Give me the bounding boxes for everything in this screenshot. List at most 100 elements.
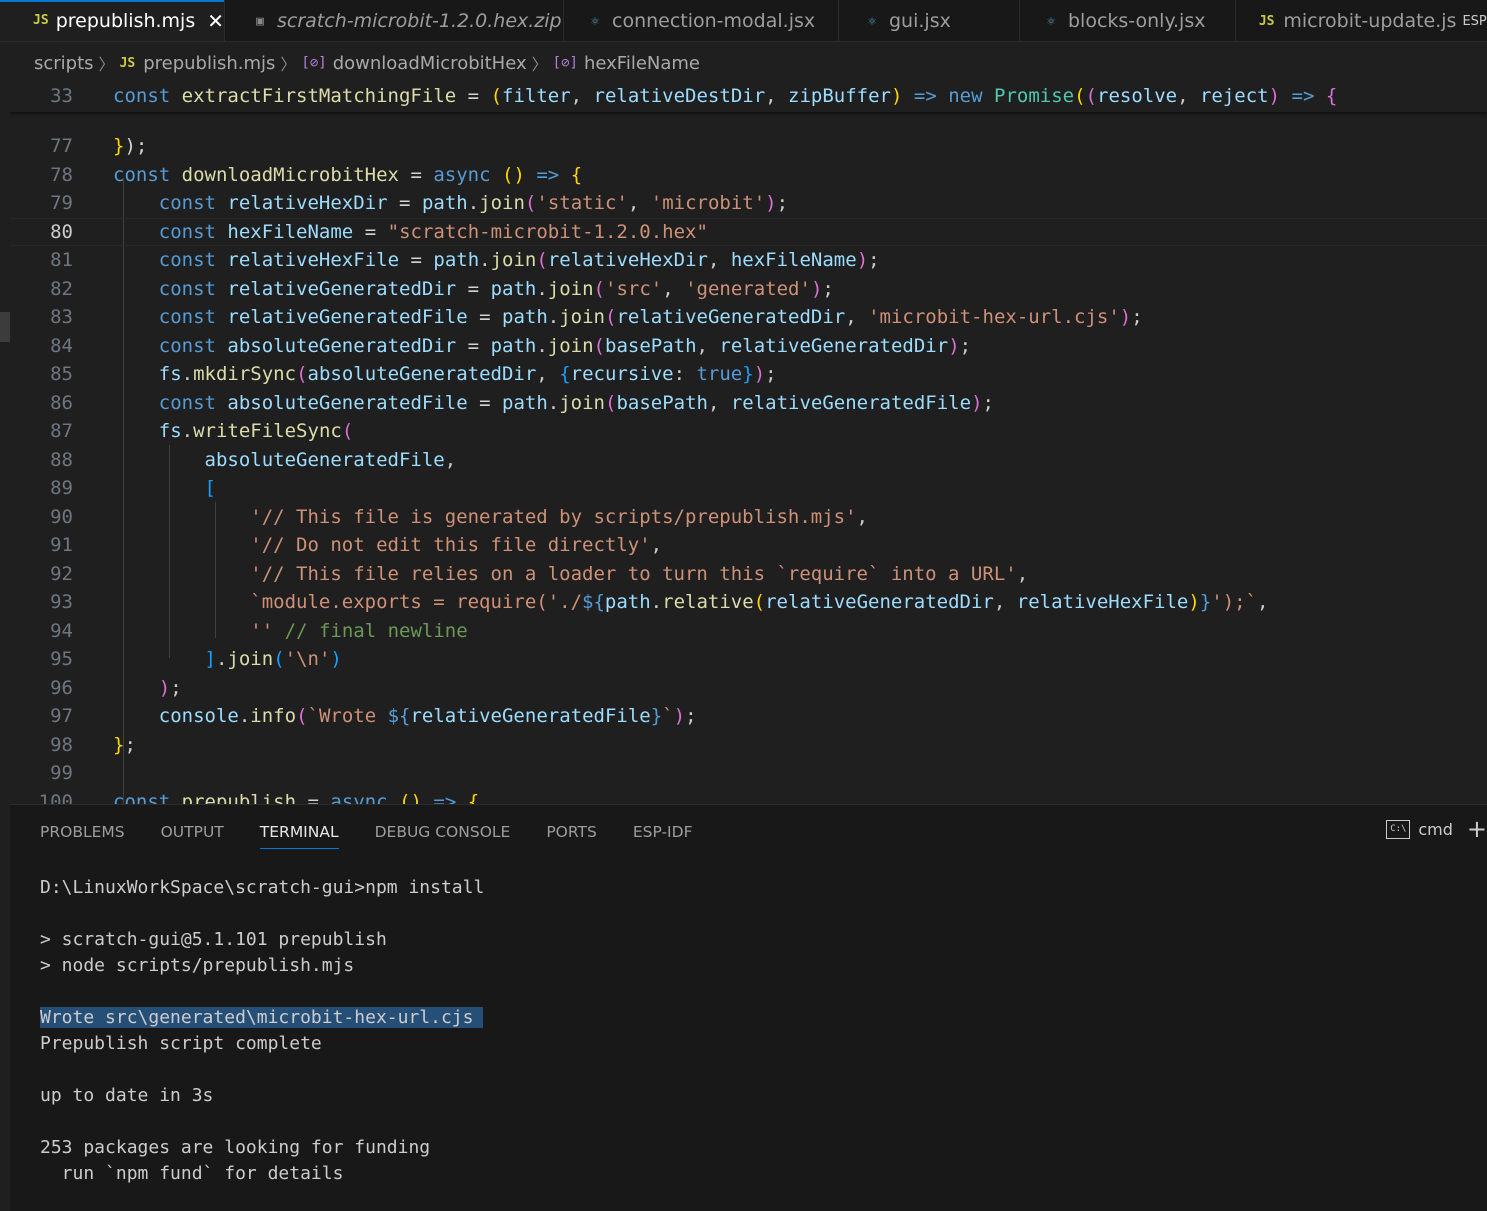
line-number: 86	[50, 391, 73, 414]
react-file-icon: ⚛	[591, 13, 599, 29]
code-line: 81 const relativeHexFile = path.join(rel…	[10, 246, 1487, 275]
tab-ports[interactable]: PORTS	[546, 819, 597, 849]
code-line: 83 const relativeGeneratedFile = path.jo…	[10, 303, 1487, 332]
terminal-line: > scratch-gui@5.1.101 prepublish	[40, 929, 387, 950]
code-line: 100 const prepublish = async () => {	[10, 788, 1487, 804]
code-line: 77 });	[10, 132, 1487, 161]
breadcrumb-file[interactable]: prepublish.mjs	[143, 53, 275, 74]
line-number: 98	[50, 733, 73, 756]
code-text: const absoluteGeneratedFile = path.join(…	[158, 391, 994, 414]
gutter-mark	[0, 312, 10, 342]
line-number: 79	[50, 192, 73, 215]
code-text: const hexFileName = "scratch-microbit-1.…	[158, 220, 708, 243]
code-text: const absoluteGeneratedDir = path.join(b…	[158, 334, 972, 357]
code-line: 82 const relativeGeneratedDir = path.joi…	[10, 275, 1487, 304]
line-number: 83	[50, 306, 73, 329]
tab-connection-modal[interactable]: ⚛ connection-modal.jsx	[564, 0, 839, 41]
line-number: 85	[50, 363, 73, 386]
code-line: 94 '' // final newline	[10, 617, 1487, 646]
tab-label: microbit-update.js	[1283, 10, 1457, 32]
code-text: ].join('\n')	[204, 648, 342, 671]
code-line: 84 const absoluteGeneratedDir = path.joi…	[10, 332, 1487, 361]
terminal-cmd-icon: C:\	[1386, 819, 1411, 839]
code-text: console.info(`Wrote ${relativeGeneratedF…	[158, 705, 697, 728]
code-line: 98 };	[10, 731, 1487, 760]
tab-esp-idf[interactable]: ESP-IDF	[633, 819, 693, 849]
code-line: 91 '// Do not edit this file directly',	[10, 531, 1487, 560]
js-file-icon: JS	[33, 13, 49, 28]
code-line: 90 '// This file is generated by scripts…	[10, 503, 1487, 532]
selected-text: Wrote src\generated\microbit-hex-url.cjs	[40, 1007, 484, 1028]
terminal-output[interactable]: D:\LinuxWorkSpace\scratch-gui>npm instal…	[40, 875, 484, 1187]
code-editor[interactable]: 77 }); 78 const downloadMicrobitHex = as…	[10, 80, 1487, 804]
breadcrumb-scripts[interactable]: scripts	[34, 53, 94, 74]
chevron-right-icon: 〉	[98, 55, 115, 74]
code-text: };	[113, 733, 136, 756]
terminal-controls: C:\ cmd +	[1386, 817, 1487, 841]
react-file-icon: ⚛	[868, 13, 876, 29]
tab-blocks-only[interactable]: ⚛ blocks-only.jsx	[1020, 0, 1236, 41]
code-text: const downloadMicrobitHex = async () => …	[113, 163, 583, 186]
tab-output[interactable]: OUTPUT	[161, 819, 224, 849]
variable-symbol-icon: [⊘]	[552, 55, 578, 71]
breadcrumb-variable[interactable]: hexFileName	[584, 53, 700, 74]
terminal-line: run `npm fund` for details	[40, 1163, 344, 1184]
code-line: 88 absoluteGeneratedFile,	[10, 446, 1487, 475]
line-number: 93	[50, 591, 73, 614]
code-text: });	[113, 135, 148, 158]
variable-symbol-icon: [⊘]	[301, 55, 327, 71]
line-number: 33	[50, 85, 73, 107]
code-line: 97 console.info(`Wrote ${relativeGenerat…	[10, 702, 1487, 731]
tab-label: connection-modal.jsx	[612, 10, 816, 32]
code-line: 78 const downloadMicrobitHex = async () …	[10, 161, 1487, 190]
tab-label: gui.jsx	[889, 10, 951, 32]
tab-hex-zip[interactable]: ▣ scratch-microbit-1.2.0.hex.zip	[225, 0, 564, 41]
chevron-right-icon: 〉	[280, 55, 297, 74]
tab-gui-jsx[interactable]: ⚛ gui.jsx	[839, 0, 1020, 41]
code-text: const relativeHexFile = path.join(relati…	[158, 249, 880, 272]
line-number: 100	[38, 790, 73, 804]
editor-tab-bar: JS prepublish.mjs ✕ ▣ scratch-microbit-1…	[0, 0, 1487, 42]
chevron-right-icon: 〉	[531, 55, 548, 74]
code-line: 85 fs.mkdirSync(absoluteGeneratedDir, {r…	[10, 360, 1487, 389]
line-number: 92	[50, 562, 73, 585]
code-text: '// This file relies on a loader to turn…	[250, 562, 1029, 585]
close-icon[interactable]: ✕	[207, 9, 224, 33]
line-number: 89	[50, 477, 73, 500]
zip-file-icon: ▣	[256, 13, 264, 29]
terminal-line: 253 packages are looking for funding	[40, 1137, 431, 1158]
tab-label: blocks-only.jsx	[1068, 10, 1206, 32]
shell-label[interactable]: cmd	[1418, 820, 1453, 839]
code-text: '// Do not edit this file directly',	[250, 534, 663, 557]
sticky-scroll-line[interactable]: 33 const extractFirstMatchingFile = (fil…	[10, 80, 1487, 112]
tab-microbit-update[interactable]: JS microbit-update.js ESP-I	[1236, 0, 1487, 41]
code-line-current: 80 const hexFileName = "scratch-microbit…	[10, 217, 1487, 246]
line-number: 99	[50, 762, 73, 785]
js-file-icon: JS	[1258, 13, 1275, 29]
code-text: const relativeHexDir = path.join('static…	[158, 192, 789, 215]
code-line: 79 const relativeHexDir = path.join('sta…	[10, 189, 1487, 218]
tab-terminal[interactable]: TERMINAL	[259, 819, 339, 849]
code-text: fs.mkdirSync(absoluteGeneratedDir, {recu…	[158, 363, 777, 386]
line-number: 80	[50, 220, 73, 243]
plus-icon[interactable]: +	[1467, 817, 1487, 841]
tab-problems[interactable]: PROBLEMS	[40, 819, 125, 849]
line-number: 95	[50, 648, 73, 671]
tab-prepublish-mjs[interactable]: JS prepublish.mjs ✕	[0, 0, 225, 41]
line-number: 96	[50, 676, 73, 699]
line-number: 82	[50, 277, 73, 300]
line-number: 87	[50, 420, 73, 443]
line-number: 78	[50, 163, 73, 186]
line-number: 77	[50, 135, 73, 158]
code-text: absoluteGeneratedFile,	[204, 448, 457, 471]
js-file-icon: JS	[119, 55, 136, 71]
code-text: const relativeGeneratedDir = path.join('…	[158, 277, 834, 300]
tab-debug-console[interactable]: DEBUG CONSOLE	[375, 819, 511, 849]
line-number: 97	[50, 705, 73, 728]
breadcrumb-function[interactable]: downloadMicrobitHex	[333, 53, 527, 74]
tab-extra-label: ESP-I	[1462, 13, 1487, 29]
